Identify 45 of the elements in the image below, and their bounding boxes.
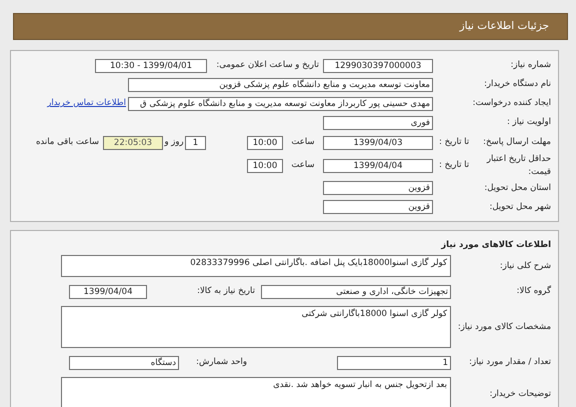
field-label: تاریخ نیاز به کالا: xyxy=(196,285,255,298)
field-label: روز و xyxy=(163,136,185,149)
field-label: استان محل تحویل: xyxy=(484,182,551,194)
field-label: تا تاریخ : xyxy=(439,159,470,172)
field-label: ساعت باقی مانده xyxy=(36,136,99,149)
field-label: ایجاد کننده درخواست: xyxy=(472,97,551,110)
field-value: قزوین xyxy=(323,181,433,195)
field-value: 1 xyxy=(337,356,451,370)
field-value: 1399/04/04 xyxy=(323,158,433,173)
field-label: نام دستگاه خریدار: xyxy=(484,78,551,91)
field-label: ساعت xyxy=(290,136,316,149)
field-value: مهدی حسینی پور کاربرداز معاونت توسعه مدیریت و منابع دانشگاه علوم پزشکی ق xyxy=(128,96,433,110)
field-label: توضیحات خریدار: xyxy=(490,388,551,401)
field-value: تجهیزات خانگی، اداری و صنعتی xyxy=(261,284,451,299)
field-value: 1299030397000003 xyxy=(323,58,433,72)
field-value: 1399/04/04 xyxy=(69,284,147,299)
field-value: 1399/04/01 - 10:30 xyxy=(95,58,207,72)
field-label: شماره نیاز: xyxy=(510,59,551,72)
field-value: دستگاه xyxy=(69,356,179,370)
field-label: ساعت xyxy=(290,159,316,172)
field-label: گروه کالا: xyxy=(516,285,551,298)
field-label: تاریخ و ساعت اعلان عمومی: xyxy=(215,59,319,72)
field-value: معاونت توسعه مدیریت و منابع دانشگاه علوم پزشکی قزوین xyxy=(128,78,433,92)
text-area: کولر گازی اسنوا 18000باگارانتی شرکتی xyxy=(61,306,451,348)
countdown-field: 22:05:03 xyxy=(103,136,163,150)
text-area: کولر گازی اسنوا18000بایک پنل اضافه .باگارانتی اصلی 02833379996 xyxy=(61,255,451,278)
field-label: شهر محل تحویل: xyxy=(489,200,551,214)
section-title: اطلاعات کالاهای مورد نیاز xyxy=(440,238,551,252)
field-value: فوری xyxy=(323,116,433,130)
field-label: اولویت نیاز : xyxy=(506,116,551,129)
text-area: بعد ازتحویل جنس به انبار تسویه خواهد شد .نقدی xyxy=(61,377,451,407)
field-label: شرح کلی نیاز: xyxy=(500,260,551,273)
field-value: قزوین xyxy=(323,200,433,214)
field-label: حداقل تاریخ اعتبار قیمت: xyxy=(486,153,551,178)
field-value: 1399/04/03 xyxy=(323,136,433,150)
field-label: واحد شمارش: xyxy=(195,356,247,370)
field-label: تا تاریخ : xyxy=(439,136,470,149)
field-value: 10:00 xyxy=(247,158,283,173)
field-value: 1 xyxy=(185,136,206,150)
page-title: جزئیات اطلاعات نیاز xyxy=(460,18,549,34)
field-label: تعداد / مقدار مورد نیاز: xyxy=(469,356,551,370)
field-label: مشخصات کالای مورد نیاز: xyxy=(458,320,551,334)
contact-link[interactable]: اطلاعات تماس خریدار xyxy=(47,97,126,110)
field-value: 10:00 xyxy=(247,136,283,150)
field-label: مهلت ارسال پاسخ: xyxy=(483,136,551,149)
